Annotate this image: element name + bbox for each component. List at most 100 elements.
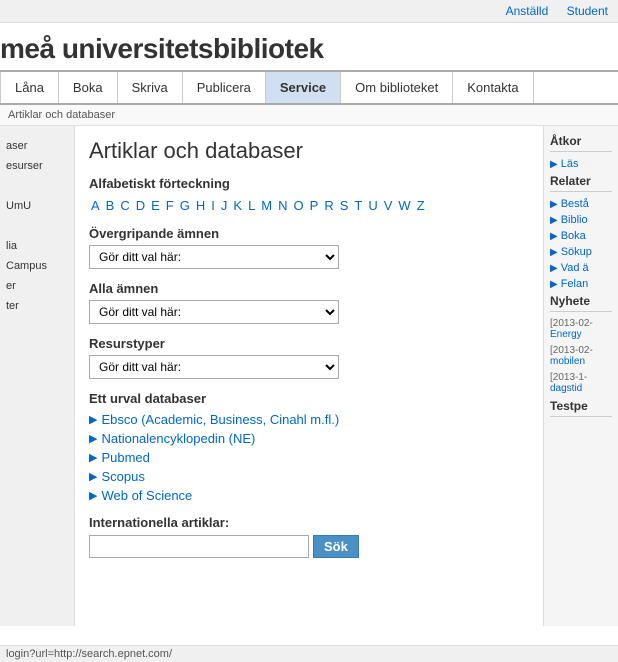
overarching-select[interactable]: Gör ditt val här:	[89, 245, 339, 269]
right-link-vad[interactable]: ▶ Vad ä	[550, 262, 612, 274]
circle-icon-vad: ▶	[550, 263, 558, 274]
right-section2-title: Relater	[550, 174, 612, 192]
alpha-L[interactable]: L	[246, 197, 257, 214]
alpha-G[interactable]: G	[178, 197, 192, 214]
right-section4-title: Testpe	[550, 399, 612, 417]
alpha-B[interactable]: B	[104, 197, 117, 214]
nav-skriva[interactable]: Skriva	[118, 72, 183, 103]
right-link-felan[interactable]: ▶ Felan	[550, 278, 612, 290]
news-link-1[interactable]: Energy	[550, 329, 582, 340]
alpha-C[interactable]: C	[118, 197, 131, 214]
db-item-ne: ▶ Nationalencyklopedin (NE)	[89, 431, 529, 446]
alpha-H[interactable]: H	[194, 197, 207, 214]
page-layout: aser esurser UmU lia Campus er ter Artik…	[0, 126, 618, 626]
sidebar-item-umu[interactable]: UmU	[0, 196, 74, 216]
db-item-wos: ▶ Web of Science	[89, 488, 529, 503]
sidebar-item-ter[interactable]: ter	[0, 296, 74, 316]
search-button[interactable]: Sök	[313, 535, 359, 558]
bullet-icon-ebsco: ▶	[89, 413, 97, 426]
alpha-D[interactable]: D	[134, 197, 147, 214]
right-link-felan-text: Felan	[561, 278, 589, 290]
sidebar-item-empty1	[0, 176, 74, 196]
alpha-E[interactable]: E	[149, 197, 162, 214]
nav-boka[interactable]: Boka	[59, 72, 118, 103]
alpha-U[interactable]: U	[366, 197, 379, 214]
right-link-vad-text: Vad ä	[561, 262, 589, 274]
main-nav: Låna Boka Skriva Publicera Service Om bi…	[0, 70, 618, 105]
right-section3-title: Nyhete	[550, 294, 612, 312]
news-link-2[interactable]: mobilen	[550, 356, 585, 367]
nav-lana[interactable]: Låna	[0, 72, 59, 103]
sidebar-item-er[interactable]: er	[0, 276, 74, 296]
circle-icon-besta: ▶	[550, 199, 558, 210]
db-link-pubmed[interactable]: Pubmed	[101, 450, 149, 465]
news-date-1: [2013-02-	[550, 318, 593, 329]
news-date-3: [2013-1-	[550, 372, 587, 383]
circle-icon-sokup: ▶	[550, 247, 558, 258]
alpha-Z[interactable]: Z	[415, 197, 427, 214]
alphabet-row: A B C D E F G H I J K L M N O P R S T U …	[89, 197, 529, 214]
all-subjects-select[interactable]: Gör ditt val här:	[89, 300, 339, 324]
db-link-ne[interactable]: Nationalencyklopedin (NE)	[101, 431, 255, 446]
alpha-T[interactable]: T	[352, 197, 364, 214]
student-link[interactable]: Student	[567, 4, 608, 18]
left-sidebar: aser esurser UmU lia Campus er ter	[0, 126, 75, 626]
db-link-ebsco[interactable]: Ebsco (Academic, Business, Cinahl m.fl.)	[101, 412, 339, 427]
sidebar-item-aser[interactable]: aser	[0, 136, 74, 156]
alpha-W[interactable]: W	[396, 197, 412, 214]
sidebar-item-lia[interactable]: lia	[0, 236, 74, 256]
db-link-wos[interactable]: Web of Science	[101, 488, 192, 503]
intl-section: Internationella artiklar: Sök	[89, 515, 529, 558]
nav-publicera[interactable]: Publicera	[183, 72, 266, 103]
alpha-I[interactable]: I	[209, 197, 217, 214]
alpha-J[interactable]: J	[219, 197, 230, 214]
right-link-sokup[interactable]: ▶ Sökup	[550, 246, 612, 258]
right-link-boka-text: Boka	[561, 230, 586, 242]
alpha-A[interactable]: A	[89, 197, 102, 214]
right-link-besta[interactable]: ▶ Bestå	[550, 198, 612, 210]
circle-icon-boka: ▶	[550, 231, 558, 242]
main-content: Artiklar och databaser Alfabetiskt förte…	[75, 126, 543, 626]
db-link-scopus[interactable]: Scopus	[101, 469, 144, 484]
alpha-N[interactable]: N	[276, 197, 289, 214]
nav-service[interactable]: Service	[266, 72, 341, 103]
site-title: meå universitetsbibliotek	[0, 33, 618, 65]
sidebar-item-esurser[interactable]: esurser	[0, 156, 74, 176]
alpha-V[interactable]: V	[382, 197, 395, 214]
news-date-2: [2013-02-	[550, 345, 593, 356]
news-item-1: [2013-02- Energy	[550, 318, 612, 340]
circle-icon-las: ▶	[550, 159, 558, 170]
right-link-biblio-text: Biblio	[561, 214, 588, 226]
alpha-R[interactable]: R	[322, 197, 335, 214]
right-link-las[interactable]: ▶ Läs	[550, 158, 612, 170]
sidebar-item-empty2	[0, 216, 74, 236]
bullet-icon-scopus: ▶	[89, 470, 97, 483]
alpha-K[interactable]: K	[231, 197, 244, 214]
right-link-boka[interactable]: ▶ Boka	[550, 230, 612, 242]
news-link-3[interactable]: dagstid	[550, 383, 582, 394]
page-title: Artiklar och databaser	[89, 138, 529, 164]
db-section-label: Ett urval databaser	[89, 391, 529, 406]
right-link-besta-text: Bestå	[561, 198, 589, 210]
right-link-biblio[interactable]: ▶ Biblio	[550, 214, 612, 226]
nav-om-biblioteket[interactable]: Om biblioteket	[341, 72, 453, 103]
db-item-ebsco: ▶ Ebsco (Academic, Business, Cinahl m.fl…	[89, 412, 529, 427]
alpha-P[interactable]: P	[308, 197, 321, 214]
alpha-S[interactable]: S	[338, 197, 351, 214]
right-link-sokup-text: Sökup	[561, 246, 592, 258]
resource-types-select[interactable]: Gör ditt val här:	[89, 355, 339, 379]
top-bar: Anställd Student	[0, 0, 618, 23]
alpha-M[interactable]: M	[259, 197, 274, 214]
bullet-icon-ne: ▶	[89, 432, 97, 445]
db-item-scopus: ▶ Scopus	[89, 469, 529, 484]
nav-kontakta[interactable]: Kontakta	[453, 72, 533, 103]
search-input[interactable]	[89, 535, 309, 558]
anstald-link[interactable]: Anställd	[506, 4, 549, 18]
alpha-F[interactable]: F	[164, 197, 176, 214]
intl-label: Internationella artiklar:	[89, 515, 529, 530]
right-link-las-text: Läs	[561, 158, 579, 170]
alphabet-label: Alfabetiskt förteckning	[89, 176, 529, 191]
status-bar: login?url=http://search.epnet.com/	[0, 645, 618, 662]
sidebar-item-campus[interactable]: Campus	[0, 256, 74, 276]
alpha-O[interactable]: O	[292, 197, 306, 214]
